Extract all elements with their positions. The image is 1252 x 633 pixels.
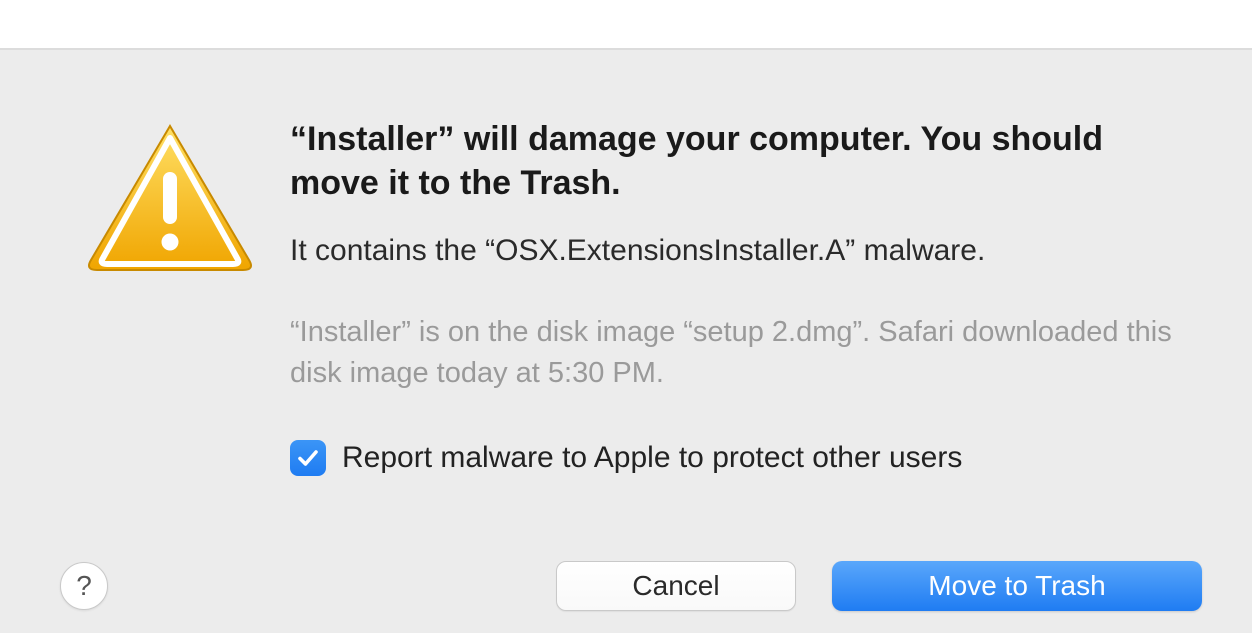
warning-triangle-icon — [85, 120, 255, 280]
icon-column — [50, 92, 290, 633]
cancel-button[interactable]: Cancel — [556, 561, 796, 611]
check-icon — [296, 446, 320, 470]
report-checkbox-row: Report malware to Apple to protect other… — [290, 440, 1192, 476]
help-icon: ? — [76, 570, 92, 602]
help-button[interactable]: ? — [60, 562, 108, 610]
report-checkbox[interactable] — [290, 440, 326, 476]
dialog-info-text: “Installer” is on the disk image “setup … — [290, 312, 1192, 394]
dialog-title: “Installer” will damage your computer. Y… — [290, 118, 1192, 205]
content-column: “Installer” will damage your computer. Y… — [290, 92, 1202, 633]
report-checkbox-label[interactable]: Report malware to Apple to protect other… — [342, 441, 962, 475]
button-row: ? Cancel Move to Trash — [0, 561, 1252, 611]
window-top-bar — [0, 0, 1252, 50]
move-to-trash-button[interactable]: Move to Trash — [832, 561, 1202, 611]
dialog-subtitle: It contains the “OSX.ExtensionsInstaller… — [290, 231, 1192, 272]
malware-warning-dialog: “Installer” will damage your computer. Y… — [0, 50, 1252, 633]
